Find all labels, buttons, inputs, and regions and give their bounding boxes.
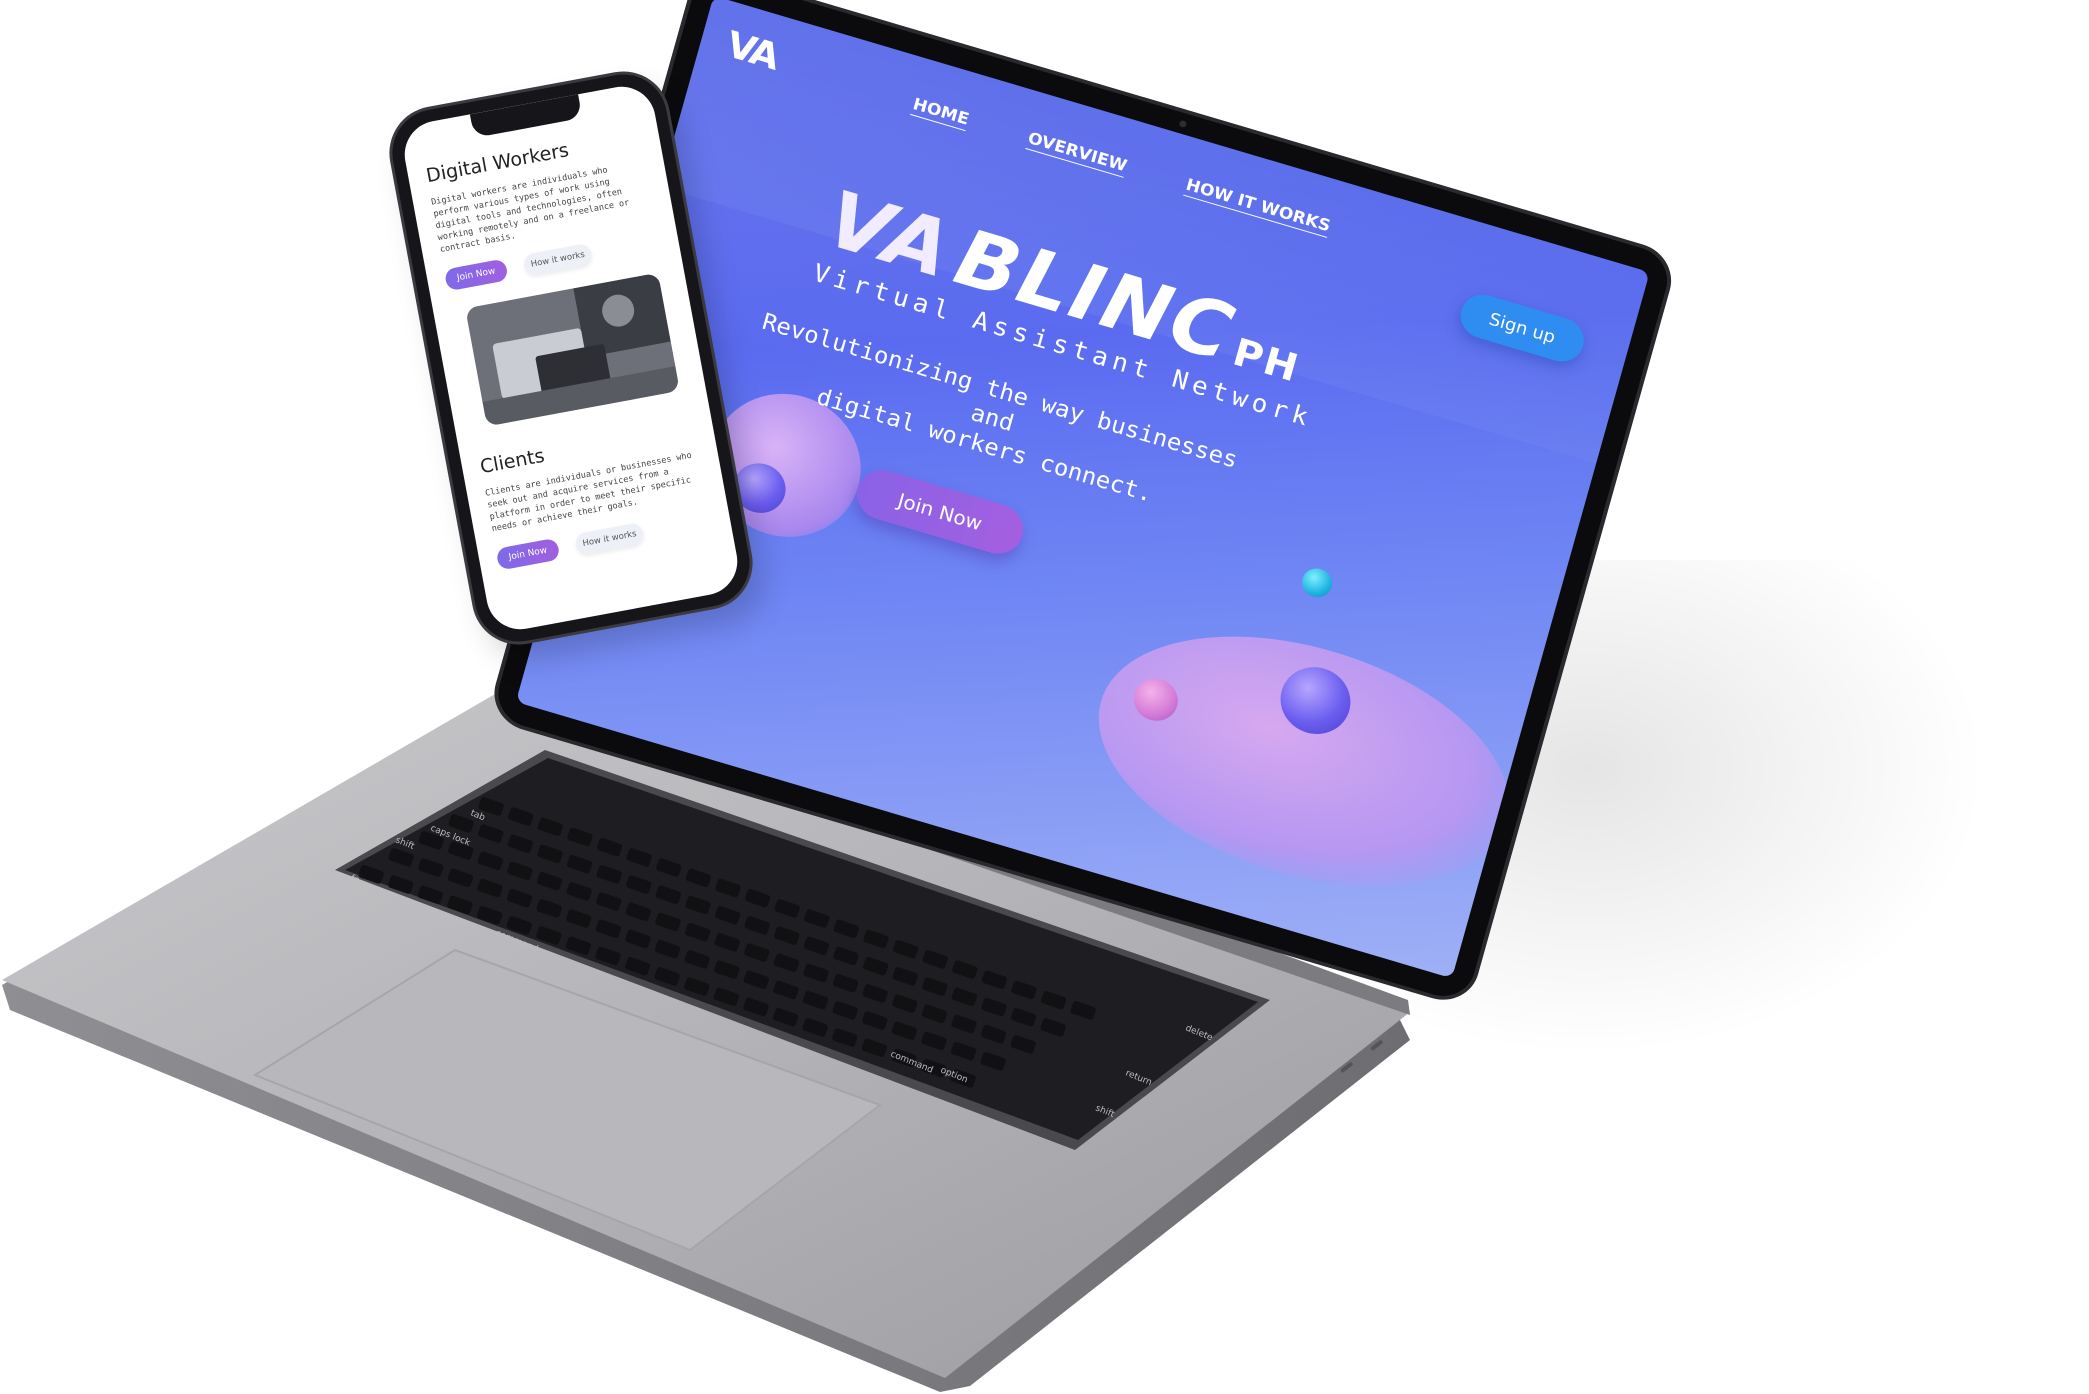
decor-blob	[1070, 592, 1537, 931]
how-it-works-button[interactable]: How it works	[574, 521, 646, 557]
decor-sphere	[1298, 564, 1336, 601]
workspace-photo	[465, 272, 680, 427]
mockup-stage: esc tab caps lock shift fn control option comma…	[0, 0, 2089, 1394]
digital-workers-section: Digital Workers Digital workers are indi…	[424, 125, 664, 292]
camera-icon	[1178, 119, 1188, 129]
join-now-button[interactable]: Join Now	[443, 258, 509, 292]
clients-section: Clients Clients are individuals or busin…	[478, 416, 715, 571]
join-now-button[interactable]: Join Now	[851, 463, 1029, 560]
join-now-button[interactable]: Join Now	[495, 537, 561, 571]
how-it-works-button[interactable]: How it works	[522, 242, 594, 277]
logo-suffix: PH	[1228, 330, 1305, 392]
laptop-photo-illustration	[465, 272, 680, 427]
phone-notch	[469, 94, 583, 138]
